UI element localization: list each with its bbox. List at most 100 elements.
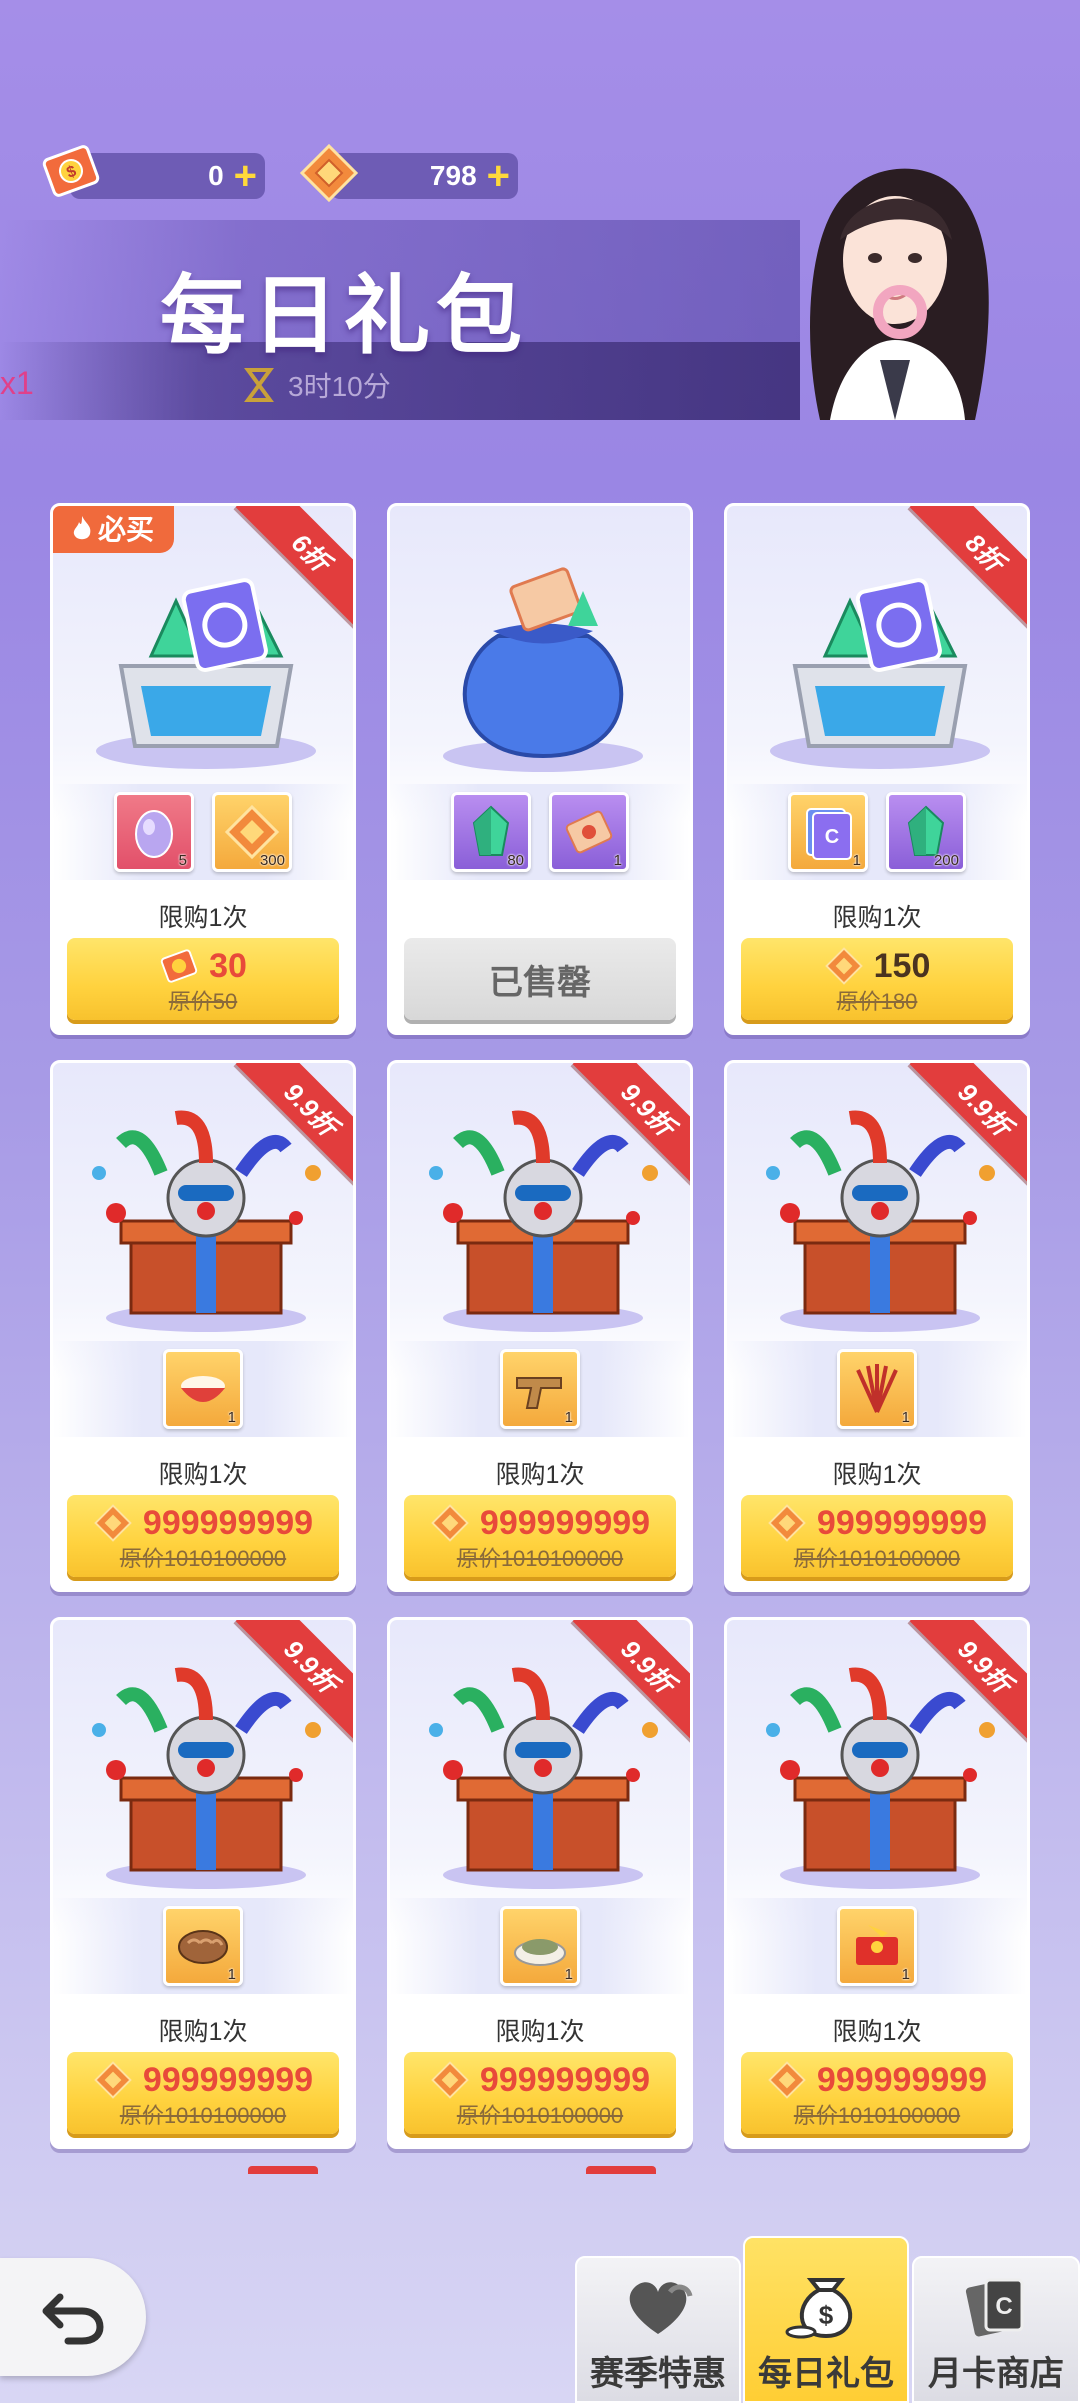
buy-button[interactable]: 999999999 原价1010100000	[404, 2052, 676, 2134]
clown-gift-art	[429, 1667, 658, 1889]
bread-icon	[178, 1930, 228, 1964]
rice-bowl-icon	[181, 1376, 225, 1402]
original-price: 原价1010100000	[456, 2103, 624, 2128]
crystal-chest-art	[770, 578, 990, 769]
gift-pack-card[interactable]: 9.9折 1 限购1次 999999999 原价1010100000	[724, 1617, 1030, 2149]
crystal-chest-art	[96, 578, 316, 769]
reward-items-row: 5 300	[53, 784, 353, 880]
buy-button[interactable]: 150 原价180	[741, 938, 1013, 1020]
original-price: 原价1010100000	[793, 1546, 961, 1571]
clown-gift-art	[766, 1667, 995, 1889]
buy-button[interactable]: 999999999 原价1010100000	[404, 1495, 676, 1577]
next-row-ribbon-peek	[248, 2166, 318, 2174]
price-value: 999999999	[142, 1503, 314, 1542]
purchase-limit: 限购1次	[158, 2018, 248, 2046]
countdown-timer: 3时10分	[240, 365, 391, 405]
price-value: 999999999	[142, 2060, 314, 2099]
reward-item[interactable]: 5	[114, 792, 194, 872]
diamond-coin-icon	[431, 1504, 469, 1542]
page-title: 每日礼包	[160, 268, 528, 364]
svg-text:C: C	[995, 2293, 1012, 2320]
gift-pack-card[interactable]: 9.9折 1 限购1次 999999999 原价1010100000	[50, 1617, 356, 2149]
reward-item[interactable]: 1	[837, 1906, 917, 1986]
ticket-coin-icon: $	[42, 145, 100, 197]
reward-item-quantity: 1	[227, 1409, 236, 1426]
original-price: 原价1010100000	[456, 1546, 624, 1571]
gift-pack-card[interactable]: 9.9折 1 限购1次 999999999 原价1010100000	[387, 1617, 693, 2149]
gift-pack-card[interactable]: 8折 C 1 200 限购1次 150 原价180	[724, 503, 1030, 1035]
diamond-coin-icon	[94, 2061, 132, 2099]
purchase-limit: 限购1次	[495, 2018, 585, 2046]
gift-pack-card[interactable]: 9.9折 1 限购1次 999999999 原价1010100000	[724, 1060, 1030, 1592]
countdown-text: 3时10分	[288, 371, 391, 402]
reward-items-row: 1	[727, 1898, 1027, 1994]
must-buy-badge: 必买	[53, 506, 174, 553]
gift-pack-card[interactable]: 9.9折 1 限购1次 999999999 原价1010100000	[387, 1060, 693, 1592]
buy-button[interactable]: 999999999 原价1010100000	[741, 2052, 1013, 2134]
purchase-limit: 限购1次	[158, 904, 248, 932]
tab-monthly-card-shop[interactable]: C 月卡商店	[912, 2256, 1080, 2403]
diamond-currency-value: 798	[429, 160, 477, 191]
diamond-coin-icon	[768, 2061, 806, 2099]
reward-item-quantity: 1	[564, 1409, 573, 1426]
back-arrow-icon	[42, 2293, 104, 2345]
reward-item-quantity: 1	[227, 1966, 236, 1983]
reward-item[interactable]: 1	[500, 1349, 580, 1429]
side-counter: x1	[0, 365, 34, 401]
reward-items-row: 1	[53, 1898, 353, 1994]
egg-icon	[135, 810, 173, 858]
buy-button[interactable]: 999999999 原价1010100000	[741, 1495, 1013, 1577]
price-value: 999999999	[479, 1503, 651, 1542]
reward-items-row: 80 1	[390, 784, 690, 880]
reward-item[interactable]: 1	[500, 1906, 580, 1986]
buy-button[interactable]: 999999999 原价1010100000	[67, 2052, 339, 2134]
tab-daily-gift-label: 每日礼包	[758, 2355, 894, 2393]
reward-item[interactable]: 1	[163, 1349, 243, 1429]
clown-gift-art	[92, 1110, 321, 1332]
cards-icon: C	[965, 2278, 1024, 2337]
purchase-limit: 限购1次	[495, 1461, 585, 1489]
buy-button[interactable]: 999999999 原价1010100000	[67, 1495, 339, 1577]
tab-daily-gift[interactable]: $ 每日礼包	[743, 2236, 909, 2403]
price-value: 999999999	[816, 2060, 988, 2099]
ticket-icon	[565, 810, 613, 854]
sold-out-button: 已售罄	[404, 938, 676, 1020]
reward-item[interactable]: 1	[549, 792, 629, 872]
diamond-coin-icon	[431, 2061, 469, 2099]
reward-item-quantity: 1	[852, 852, 861, 869]
gift-pack-card[interactable]: 6折 必买 5 300 限购1次 30 原价50	[50, 503, 356, 1035]
blue-bag-art	[443, 567, 643, 772]
diamond-coin-icon	[824, 947, 863, 985]
buy-button[interactable]: 30 原价50	[67, 938, 339, 1020]
reward-item[interactable]: 80	[451, 792, 531, 872]
reward-item[interactable]: C1	[788, 792, 868, 872]
tab-season-deals[interactable]: 赛季特惠	[575, 2256, 741, 2403]
reward-item-quantity: 80	[507, 852, 524, 869]
card-pack-icon: C	[806, 808, 852, 860]
add-ticket-icon[interactable]: +	[234, 156, 257, 196]
reward-item[interactable]: 300	[212, 792, 292, 872]
original-price: 原价1010100000	[793, 2103, 961, 2128]
reward-item-quantity: 1	[564, 1966, 573, 1983]
pistol-icon	[516, 1377, 562, 1409]
reward-item[interactable]: 200	[886, 792, 966, 872]
reward-item-quantity: 5	[178, 852, 187, 869]
price-value: 30	[209, 946, 247, 985]
red-envelope-icon	[856, 1925, 898, 1965]
money-bag-icon: $	[785, 2278, 853, 2339]
diamond-coin-icon	[94, 1504, 132, 1542]
gift-pack-card[interactable]: 9.9折 1 限购1次 999999999 原价1010100000	[50, 1060, 356, 1592]
svg-text:C: C	[825, 826, 839, 848]
back-button[interactable]	[0, 2258, 146, 2376]
add-diamond-icon[interactable]: +	[487, 156, 510, 196]
reward-item[interactable]: 1	[163, 1906, 243, 1986]
original-price: 原价180	[836, 989, 918, 1014]
fish-dish-icon	[514, 1939, 566, 1966]
reward-item-quantity: 200	[933, 852, 959, 869]
ticket-currency-value: 0	[208, 160, 224, 191]
reward-item[interactable]: 1	[837, 1349, 917, 1429]
reward-items-row: 1	[727, 1341, 1027, 1437]
hourglass-icon	[244, 368, 274, 402]
gift-pack-card[interactable]: 80 1 已售罄	[387, 503, 693, 1035]
purchase-limit: 限购1次	[832, 1461, 922, 1489]
